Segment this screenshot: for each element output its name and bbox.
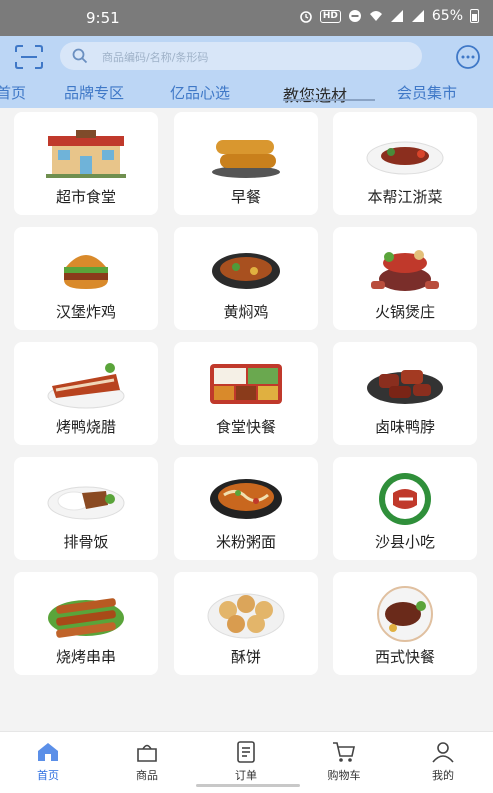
- category-card[interactable]: 烧烤串串: [14, 572, 158, 675]
- nav-label: 商品: [136, 769, 158, 782]
- category-label: 卤味鸭脖: [374, 418, 435, 436]
- category-card[interactable]: 本帮江浙菜: [333, 112, 477, 215]
- battery-percent: 65%: [431, 8, 463, 24]
- home-indicator: [196, 784, 300, 787]
- roast-duck-icon: [47, 363, 125, 409]
- category-label: 本帮江浙菜: [367, 188, 443, 206]
- scan-icon[interactable]: [14, 44, 44, 70]
- order-icon: [237, 741, 255, 763]
- tab-brand-zone[interactable]: 品牌专区: [64, 82, 124, 103]
- category-grid: 超市食堂 早餐 本帮江浙菜 汉堡炸鸡 黄焖鸡 火锅煲庄 烤鸭烧腊 食堂快餐 卤味…: [0, 108, 493, 728]
- category-label: 黄焖鸡: [223, 303, 269, 321]
- status-bar: 9:51 HD 65%: [0, 0, 493, 36]
- category-card[interactable]: 黄焖鸡: [174, 227, 318, 330]
- fried-dough-icon: [212, 140, 280, 178]
- category-label: 早餐: [230, 188, 261, 206]
- nav-profile[interactable]: 我的: [413, 740, 473, 783]
- message-icon[interactable]: [455, 44, 481, 70]
- category-label: 烧烤串串: [55, 648, 116, 666]
- nav-home[interactable]: 首页: [18, 740, 78, 783]
- bag-icon: [137, 744, 157, 762]
- category-label: 超市食堂: [55, 188, 116, 206]
- category-tabs: 首页 品牌专区 亿品心选 教您选材 会员集市: [0, 76, 493, 106]
- burger-icon: [64, 255, 108, 289]
- search-placeholder: 商品编码/名称/条形码: [102, 51, 209, 64]
- network-badge: HD: [319, 9, 341, 23]
- signal-2-icon: [411, 10, 424, 22]
- profile-icon: [432, 742, 454, 763]
- category-card[interactable]: 沙县小吃: [333, 457, 477, 560]
- alarm-icon: [300, 11, 312, 23]
- nav-products[interactable]: 商品: [117, 740, 177, 783]
- dish-icon: [366, 141, 444, 175]
- category-label: 火锅煲庄: [374, 303, 435, 321]
- category-label: 排骨饭: [63, 533, 109, 551]
- category-card[interactable]: 酥饼: [174, 572, 318, 675]
- skewer-icon: [48, 598, 124, 638]
- status-time: 9:51: [86, 9, 120, 27]
- category-card[interactable]: 西式快餐: [333, 572, 477, 675]
- active-tab-indicator: [283, 99, 375, 101]
- pastry-icon: [207, 593, 285, 639]
- tab-home[interactable]: 首页: [0, 82, 26, 103]
- category-card[interactable]: 超市食堂: [14, 112, 158, 215]
- header: 商品编码/名称/条形码 首页 品牌专区 亿品心选 教您选材 会员集市: [0, 36, 493, 108]
- category-label: 烤鸭烧腊: [55, 418, 116, 436]
- category-card[interactable]: 卤味鸭脖: [333, 342, 477, 445]
- bento-tray-icon: [210, 364, 282, 404]
- category-card[interactable]: 排骨饭: [14, 457, 158, 560]
- category-card[interactable]: 早餐: [174, 112, 318, 215]
- rib-rice-icon: [47, 486, 125, 520]
- category-card[interactable]: 汉堡炸鸡: [14, 227, 158, 330]
- category-label: 食堂快餐: [215, 418, 276, 436]
- search-icon: [72, 48, 88, 64]
- category-card[interactable]: 米粉粥面: [174, 457, 318, 560]
- noodle-bowl-icon: [210, 479, 282, 519]
- dnd-icon: [348, 10, 361, 22]
- category-card[interactable]: 食堂快餐: [174, 342, 318, 445]
- category-label: 汉堡炸鸡: [55, 303, 116, 321]
- braised-meat-icon: [367, 370, 443, 404]
- nav-label: 首页: [37, 769, 59, 782]
- wifi-icon: [369, 11, 382, 21]
- hotpot-icon: [371, 250, 439, 291]
- signal-icon: [390, 10, 403, 22]
- category-label: 沙县小吃: [374, 533, 435, 551]
- nav-label: 购物车: [327, 769, 361, 782]
- nav-orders[interactable]: 订单: [216, 740, 276, 783]
- status-icons: HD 65%: [299, 8, 479, 24]
- cart-icon: [333, 742, 355, 762]
- category-card[interactable]: 火锅煲庄: [333, 227, 477, 330]
- home-icon: [38, 743, 58, 761]
- steak-plate-icon: [377, 586, 433, 642]
- nav-label: 订单: [235, 769, 257, 782]
- clay-pot-icon: [212, 253, 280, 289]
- nav-cart[interactable]: 购物车: [314, 740, 374, 783]
- search-input[interactable]: 商品编码/名称/条形码: [60, 42, 422, 70]
- category-label: 西式快餐: [374, 648, 435, 666]
- category-label: 米粉粥面: [215, 533, 276, 551]
- shaxian-logo-icon: [379, 473, 431, 525]
- battery-icon: [470, 9, 479, 23]
- tab-material-guide[interactable]: 教您选材: [283, 82, 347, 106]
- tab-member-market[interactable]: 会员集市: [397, 82, 457, 103]
- building-icon: [46, 130, 126, 178]
- category-label: 酥饼: [230, 648, 261, 666]
- tab-yipin-select[interactable]: 亿品心选: [170, 82, 230, 103]
- nav-label: 我的: [432, 769, 454, 782]
- category-card[interactable]: 烤鸭烧腊: [14, 342, 158, 445]
